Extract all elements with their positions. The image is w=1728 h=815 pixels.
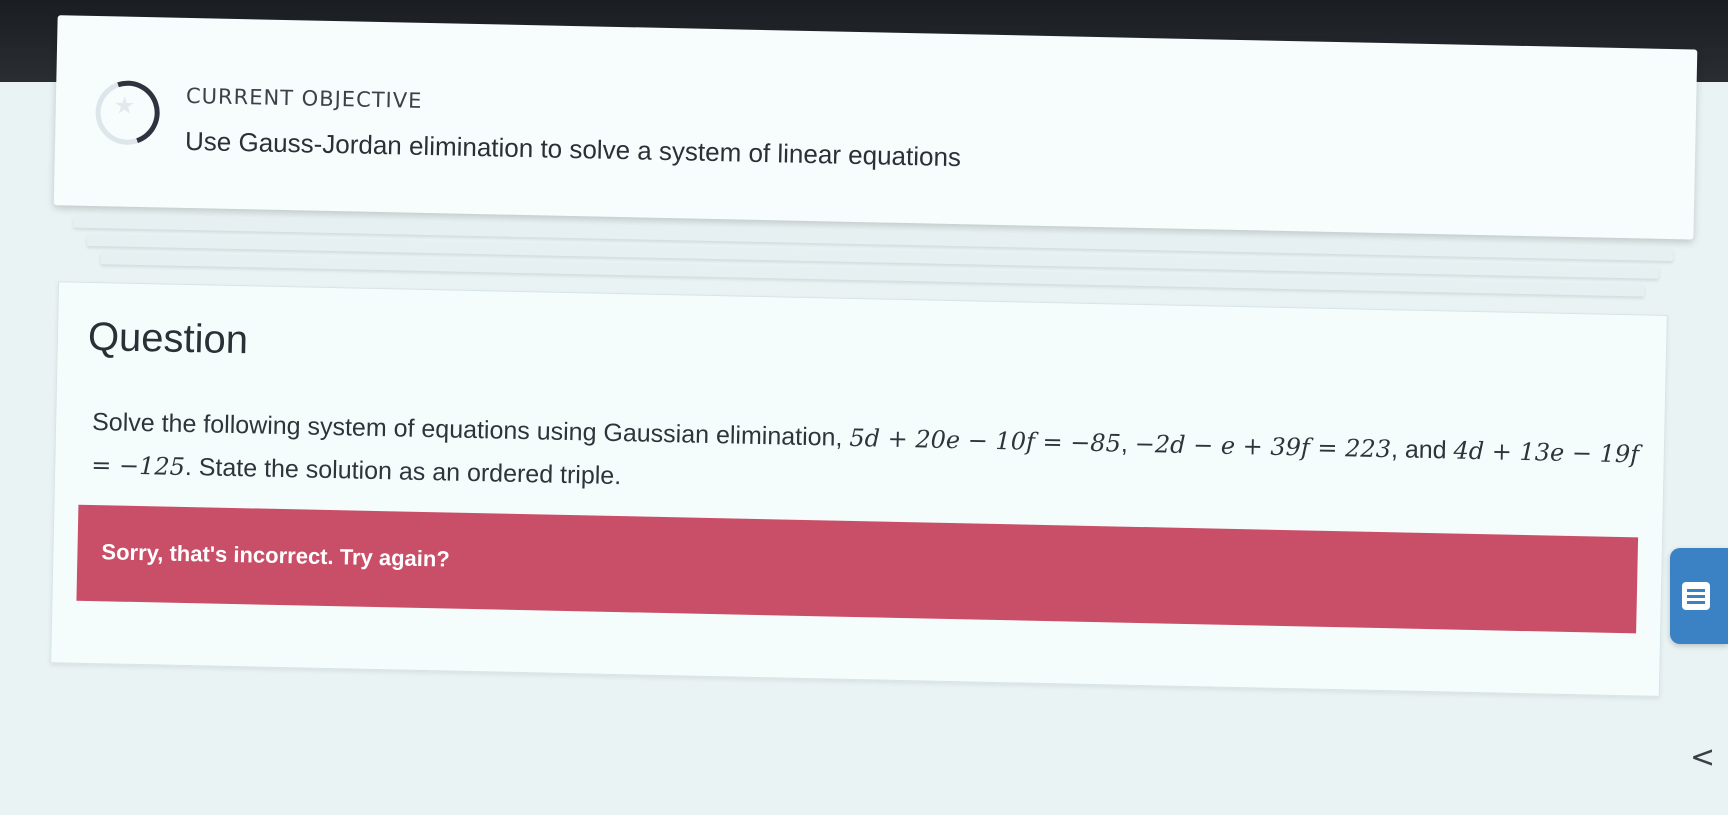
chevron-left-icon[interactable]: < (1690, 740, 1715, 775)
objective-label: CURRENT OBJECTIVE (185, 83, 423, 113)
notes-tab-button[interactable] (1670, 548, 1728, 644)
question-text: Solve the following system of equations … (91, 401, 1652, 520)
notes-icon (1682, 582, 1710, 610)
question-outro: . State the solution as an ordered tripl… (184, 452, 622, 491)
question-heading: Question (87, 314, 249, 363)
objective-title: Use Gauss-Jordan elimination to solve a … (184, 125, 962, 173)
feedback-banner: Sorry, that's incorrect. Try again? (76, 504, 1639, 634)
objective-card: ★ CURRENT OBJECTIVE Use Gauss-Jordan eli… (53, 15, 1698, 240)
star-icon: ★ (113, 92, 136, 120)
equation-1: 5d + 20e − 10f = −85 (849, 423, 1122, 458)
feedback-message: Sorry, that's incorrect. Try again? (101, 539, 451, 572)
question-card: Question Solve the following system of e… (50, 281, 1668, 697)
question-intro: Solve the following system of equations … (91, 408, 843, 452)
separator-1: , (1120, 429, 1129, 458)
page-content: ★ CURRENT OBJECTIVE Use Gauss-Jordan eli… (0, 0, 1728, 815)
separator-2: , and (1390, 435, 1447, 465)
equation-2: −2d − e + 39f = 223 (1134, 429, 1392, 464)
progress-ring-icon: ★ (84, 69, 171, 156)
